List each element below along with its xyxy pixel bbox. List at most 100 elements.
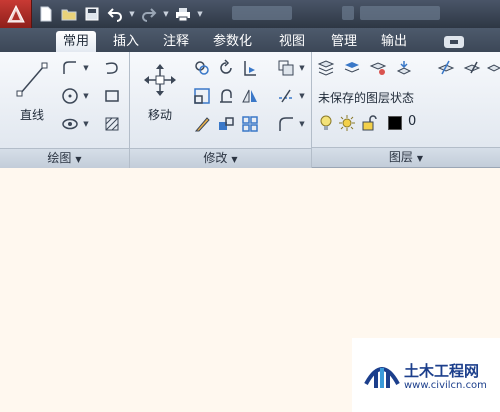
redo-button[interactable] — [139, 4, 159, 24]
erase-button[interactable] — [192, 114, 212, 134]
minimize-ribbon-icon — [450, 40, 458, 44]
site-watermark: 土木工程网 www.civilcn.com — [352, 338, 500, 412]
watermark-title: 土木工程网 — [404, 362, 480, 380]
modify-panel-expand-icon: ▼ — [231, 155, 238, 164]
layer-isolate-icon — [369, 62, 387, 75]
tab-view[interactable]: 视图 — [272, 31, 312, 52]
stretch-button[interactable] — [276, 58, 296, 78]
move-button[interactable]: 移动 — [140, 58, 180, 128]
circle-dropdown-icon[interactable]: ▼ — [82, 86, 90, 106]
circle-icon — [62, 88, 78, 104]
stretch-dropdown-icon[interactable]: ▼ — [298, 58, 306, 78]
undo-dropdown-icon[interactable]: ▼ — [128, 4, 136, 24]
current-layer-name: 0 — [408, 114, 417, 129]
line-label: 直线 — [19, 108, 44, 122]
stretch-icon — [278, 60, 294, 76]
rotate-button[interactable] — [216, 58, 236, 78]
move-icon — [144, 64, 176, 96]
window-title-blurred — [232, 6, 292, 20]
layer-more-icon — [487, 64, 500, 72]
rotate-icon — [220, 59, 232, 74]
layer-color-swatch — [388, 116, 402, 130]
layer-previous-button[interactable] — [436, 58, 456, 78]
layer-more-button[interactable] — [484, 58, 500, 78]
title-bar: ▼ ▼ ▼ — [0, 0, 500, 28]
draw-panel-title-text: 绘图 — [47, 151, 72, 165]
layers-panel-expand-icon: ▼ — [416, 154, 424, 163]
scale-button[interactable] — [192, 86, 212, 106]
tab-annotate[interactable]: 注释 — [156, 31, 196, 52]
layer-match-icon — [396, 61, 412, 75]
trim-button[interactable] — [240, 58, 260, 78]
move-label: 移动 — [147, 108, 172, 122]
rectangle-button[interactable] — [102, 86, 122, 106]
draw-panel-expand-icon: ▼ — [75, 155, 82, 164]
tab-home[interactable]: 常用 — [56, 31, 97, 52]
explode-button[interactable] — [216, 114, 236, 134]
tab-parametric[interactable]: 参数化 — [206, 31, 259, 52]
tab-output[interactable]: 输出 — [374, 31, 414, 52]
open-button[interactable] — [59, 4, 79, 24]
chamfer-dropdown-icon[interactable]: ▼ — [298, 114, 306, 134]
modify-panel-title[interactable]: 修改 ▼ — [130, 148, 311, 168]
polyline-icon — [63, 61, 76, 74]
layers-panel-title-text: 图层 — [388, 150, 413, 164]
arc-button[interactable] — [102, 58, 122, 78]
fillet-button[interactable] — [216, 86, 236, 106]
chamfer-button[interactable] — [276, 114, 296, 134]
tab-manage[interactable]: 管理 — [324, 31, 364, 52]
array-icon — [242, 116, 258, 132]
tab-insert[interactable]: 插入 — [106, 31, 146, 52]
application-menu-button[interactable] — [0, 0, 32, 28]
ellipse-dropdown-icon[interactable]: ▼ — [82, 114, 90, 134]
undo-icon — [107, 8, 122, 22]
line-button[interactable]: 直线 — [12, 58, 52, 128]
layer-isolate-button[interactable] — [368, 58, 388, 78]
layer-state-button[interactable] — [342, 58, 362, 78]
offset-dropdown-icon[interactable]: ▼ — [298, 86, 306, 106]
layer-properties-icon — [317, 60, 335, 76]
layer-properties-button[interactable] — [316, 58, 336, 78]
hatch-button[interactable] — [102, 114, 122, 134]
minimize-ribbon-button[interactable] — [444, 36, 464, 48]
scale-icon — [194, 88, 210, 104]
draw-panel: 直线 ▼ ▼ ▼ 绘图 ▼ — [0, 52, 130, 168]
layer-match-button[interactable] — [394, 58, 414, 78]
circle-button[interactable] — [60, 86, 80, 106]
open-icon — [61, 9, 77, 21]
trim-icon — [244, 61, 256, 76]
polyline-dropdown-icon[interactable]: ▼ — [82, 58, 90, 78]
ellipse-icon — [62, 118, 78, 130]
new-icon — [40, 6, 52, 22]
copy-button[interactable] — [192, 58, 212, 78]
blurred-icon — [342, 6, 354, 20]
lock-icon — [362, 115, 377, 131]
redo-dropdown-icon[interactable]: ▼ — [162, 4, 170, 24]
autocad-logo-icon — [7, 4, 25, 23]
array-button[interactable] — [240, 114, 260, 134]
ellipse-button[interactable] — [60, 114, 80, 134]
copy-icon — [195, 61, 209, 75]
layer-control-dropdown[interactable]: 0 — [316, 112, 500, 134]
redo-icon — [142, 8, 157, 22]
undo-button[interactable] — [105, 4, 125, 24]
layer-walk-icon — [463, 61, 481, 74]
save-icon — [85, 7, 99, 21]
plot-icon — [176, 8, 190, 22]
draw-panel-title[interactable]: 绘图 ▼ — [0, 148, 129, 168]
mirror-button[interactable] — [240, 86, 260, 106]
qat-customize-icon[interactable]: ▼ — [196, 4, 204, 24]
ribbon-tab-bar: 常用 插入 注释 参数化 视图 管理 输出 — [0, 28, 500, 52]
new-button[interactable] — [36, 4, 56, 24]
ribbon-body: 直线 ▼ ▼ ▼ 绘图 ▼ 移动 ▼ ▼ ▼ 修改 ▼ 未保存的图层状态 0 图… — [0, 52, 500, 168]
layer-walk-button[interactable] — [462, 58, 482, 78]
chamfer-icon — [279, 117, 293, 131]
plot-button[interactable] — [173, 4, 193, 24]
line-icon — [16, 62, 48, 97]
layers-panel-title[interactable]: 图层 ▼ — [312, 147, 500, 167]
layer-state-icon — [344, 62, 360, 73]
offset-button[interactable] — [276, 86, 296, 106]
layer-state-dropdown[interactable]: 未保存的图层状态 — [316, 88, 500, 108]
save-button[interactable] — [82, 4, 102, 24]
polyline-button[interactable] — [60, 58, 80, 78]
